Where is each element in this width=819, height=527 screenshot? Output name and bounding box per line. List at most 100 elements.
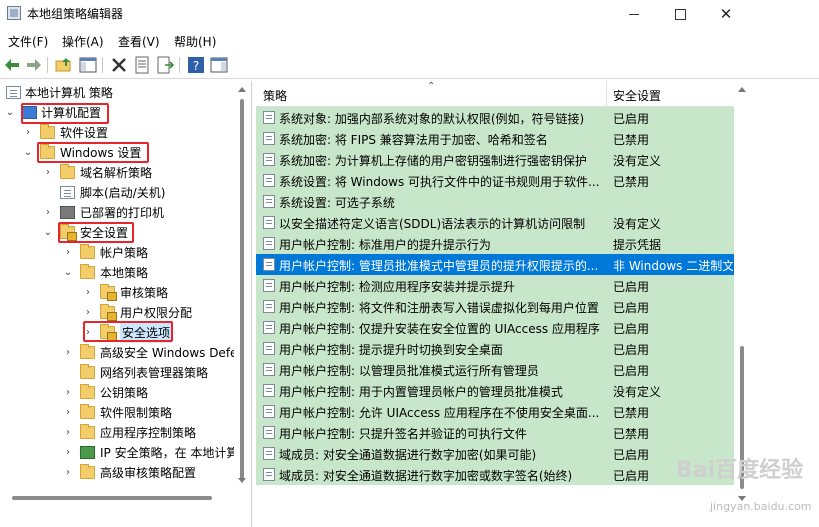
chevron-right-icon[interactable]: ›	[42, 163, 54, 183]
tree-item-label: 应用程序控制策略	[100, 426, 197, 440]
chevron-right-icon[interactable]: ›	[62, 443, 74, 463]
policy-name: 用户帐户控制: 仅提升安装在安全位置的 UIAccess 应用程序	[279, 322, 600, 336]
tree-item-label: 安全选项	[120, 323, 173, 343]
svg-text:?: ?	[193, 59, 199, 73]
chevron-right-icon[interactable]: ›	[62, 243, 74, 263]
policy-name: 系统加密: 为计算机上存储的用户密钥强制进行强密钥保护	[279, 154, 587, 168]
table-row[interactable]: 系统加密: 为计算机上存储的用户密钥强制进行强密钥保护 没有定义	[256, 149, 734, 170]
table-row[interactable]: 系统设置: 可选子系统	[256, 191, 734, 212]
chevron-right-icon[interactable]: ›	[22, 123, 34, 143]
policy-editor-app-icon	[7, 6, 21, 20]
maximize-button[interactable]	[657, 0, 703, 28]
watermark-url: jingyan.baidu.com	[710, 500, 812, 513]
menu-file[interactable]: 文件(F)	[8, 33, 48, 50]
table-row-selected[interactable]: 用户帐户控制: 管理员批准模式中管理员的提升权限提示的... 非 Windows …	[256, 254, 734, 275]
security-setting-value: 没有定义	[613, 154, 662, 168]
help-icon[interactable]: ?	[187, 56, 205, 74]
printer-icon	[60, 206, 75, 219]
chevron-down-icon[interactable]: ⌄	[22, 143, 34, 163]
baidu-jingyan-watermark: Bai百度经验 jingyan.baidu.com	[676, 448, 816, 518]
tree-horizontal-scrollbar[interactable]	[0, 489, 234, 506]
table-row[interactable]: 用户帐户控制: 提示提升时切换到安全桌面 已启用	[256, 338, 734, 359]
table-row[interactable]: 用户帐户控制: 允许 UIAccess 应用程序在不使用安全桌面... 已禁用	[256, 401, 734, 422]
lock-folder-icon	[100, 324, 117, 341]
forward-arrow-icon[interactable]	[24, 56, 42, 74]
list-vertical-scrollbar[interactable]	[734, 81, 751, 507]
policy-name: 用户帐户控制: 检测应用程序安装并提示提升	[279, 280, 515, 294]
tree-item-label: 脚本(启动/关机)	[80, 186, 166, 200]
computer-icon	[22, 106, 37, 119]
chevron-right-icon[interactable]: ›	[42, 203, 54, 223]
show-hide-tree-icon[interactable]	[79, 56, 97, 74]
table-row[interactable]: 域成员: 对安全通道数据进行数字加密或数字签名(始终) 已启用	[256, 464, 734, 485]
column-header-policy[interactable]: 策略	[263, 87, 287, 104]
scrollbar-thumb[interactable]	[240, 99, 244, 479]
tree-item-label: 用户权限分配	[120, 306, 193, 320]
table-row[interactable]: 系统对象: 加强内部系统对象的默认权限(例如，符号链接) 已启用	[256, 107, 734, 128]
table-row[interactable]: 用户帐户控制: 标准用户的提升提示行为 提示凭据	[256, 233, 734, 254]
column-header-security-setting[interactable]: 安全设置	[613, 87, 661, 104]
menu-action[interactable]: 操作(A)	[62, 33, 104, 50]
policy-name: 域成员: 对安全通道数据进行数字加密或数字签名(始终)	[279, 469, 573, 483]
tree-item-label: 帐户策略	[100, 246, 149, 260]
chevron-down-icon[interactable]: ⌄	[42, 223, 54, 243]
scrollbar-thumb[interactable]	[12, 496, 212, 500]
policy-name: 域成员: 对安全通道数据进行数字加密(如果可能)	[279, 448, 537, 462]
policy-icon	[263, 258, 275, 271]
table-row[interactable]: 用户帐户控制: 只提升签名并验证的可执行文件 已禁用	[256, 422, 734, 443]
table-row[interactable]: 域成员: 对安全通道数据进行数字加密(如果可能) 已启用	[256, 443, 734, 464]
table-row[interactable]: 用户帐户控制: 以管理员批准模式运行所有管理员 已启用	[256, 359, 734, 380]
table-row[interactable]: 用户帐户控制: 用于内置管理员帐户的管理员批准模式 没有定义	[256, 380, 734, 401]
policy-icon	[263, 216, 275, 229]
menu-help[interactable]: 帮助(H)	[174, 33, 216, 50]
table-row[interactable]: 系统加密: 将 FIPS 兼容算法用于加密、哈希和签名 已禁用	[256, 128, 734, 149]
chevron-right-icon[interactable]: ›	[82, 303, 94, 323]
chevron-right-icon[interactable]: ›	[62, 383, 74, 403]
table-row[interactable]: 用户帐户控制: 仅提升安装在安全位置的 UIAccess 应用程序 已启用	[256, 317, 734, 338]
chevron-down-icon[interactable]: ⌄	[62, 263, 74, 283]
scroll-down-icon[interactable]	[238, 478, 246, 483]
menu-view[interactable]: 查看(V)	[118, 33, 160, 50]
policy-icon	[263, 363, 275, 376]
security-setting-value: 已禁用	[613, 427, 650, 441]
tree-vertical-scrollbar[interactable]	[234, 81, 251, 489]
up-folder-icon[interactable]	[55, 56, 73, 74]
scroll-up-icon[interactable]	[738, 87, 746, 92]
watermark-logo: Bai百度经验	[676, 458, 804, 483]
policy-icon	[263, 384, 275, 397]
close-button[interactable]: ✕	[703, 0, 749, 28]
table-row[interactable]: 系统设置: 将 Windows 可执行文件中的证书规则用于软件... 已禁用	[256, 170, 734, 191]
chevron-right-icon[interactable]: ›	[62, 343, 74, 363]
show-hide-action-pane-icon[interactable]	[210, 56, 228, 74]
delete-icon[interactable]	[110, 56, 128, 74]
column-divider[interactable]	[606, 81, 607, 107]
security-setting-value: 已启用	[613, 301, 650, 315]
chevron-right-icon[interactable]: ›	[62, 403, 74, 423]
chevron-right-icon[interactable]: ›	[62, 463, 74, 483]
tree-item-label: 高级审核策略配置	[100, 466, 197, 480]
properties-icon[interactable]	[133, 56, 151, 74]
scroll-up-icon[interactable]	[238, 87, 246, 92]
menu-bar: 文件(F) 操作(A) 查看(V) 帮助(H)	[0, 28, 819, 52]
chevron-right-icon[interactable]: ›	[82, 323, 94, 343]
policy-icon	[263, 237, 275, 250]
chevron-right-icon[interactable]: ›	[62, 423, 74, 443]
security-setting-value: 已禁用	[613, 175, 650, 189]
table-row[interactable]: 用户帐户控制: 检测应用程序安装并提示提升 已启用	[256, 275, 734, 296]
minimize-button[interactable]	[611, 0, 657, 28]
policy-name: 用户帐户控制: 只提升签名并验证的可执行文件	[279, 427, 527, 441]
table-row[interactable]: 以安全描述符定义语言(SDDL)语法表示的计算机访问限制 没有定义	[256, 212, 734, 233]
folder-icon	[80, 424, 95, 439]
security-setting-value: 已禁用	[613, 406, 650, 420]
console-tree: 本地计算机 策略 ⌄ 计算机配置 › 软件设置 ⌄ Windows 设置 › 域…	[0, 81, 252, 527]
policy-icon	[263, 153, 275, 166]
security-setting-value: 没有定义	[613, 217, 662, 231]
table-row[interactable]: 用户帐户控制: 将文件和注册表写入错误虚拟化到每用户位置 已启用	[256, 296, 734, 317]
chevron-down-icon[interactable]: ⌄	[4, 103, 16, 123]
export-list-icon[interactable]	[156, 56, 174, 74]
policy-name: 用户帐户控制: 允许 UIAccess 应用程序在不使用安全桌面...	[279, 406, 600, 420]
security-setting-value: 已启用	[613, 322, 650, 336]
back-arrow-icon[interactable]	[4, 56, 22, 74]
list-header: ⌃ 策略 安全设置	[256, 81, 734, 107]
chevron-right-icon[interactable]: ›	[82, 283, 94, 303]
